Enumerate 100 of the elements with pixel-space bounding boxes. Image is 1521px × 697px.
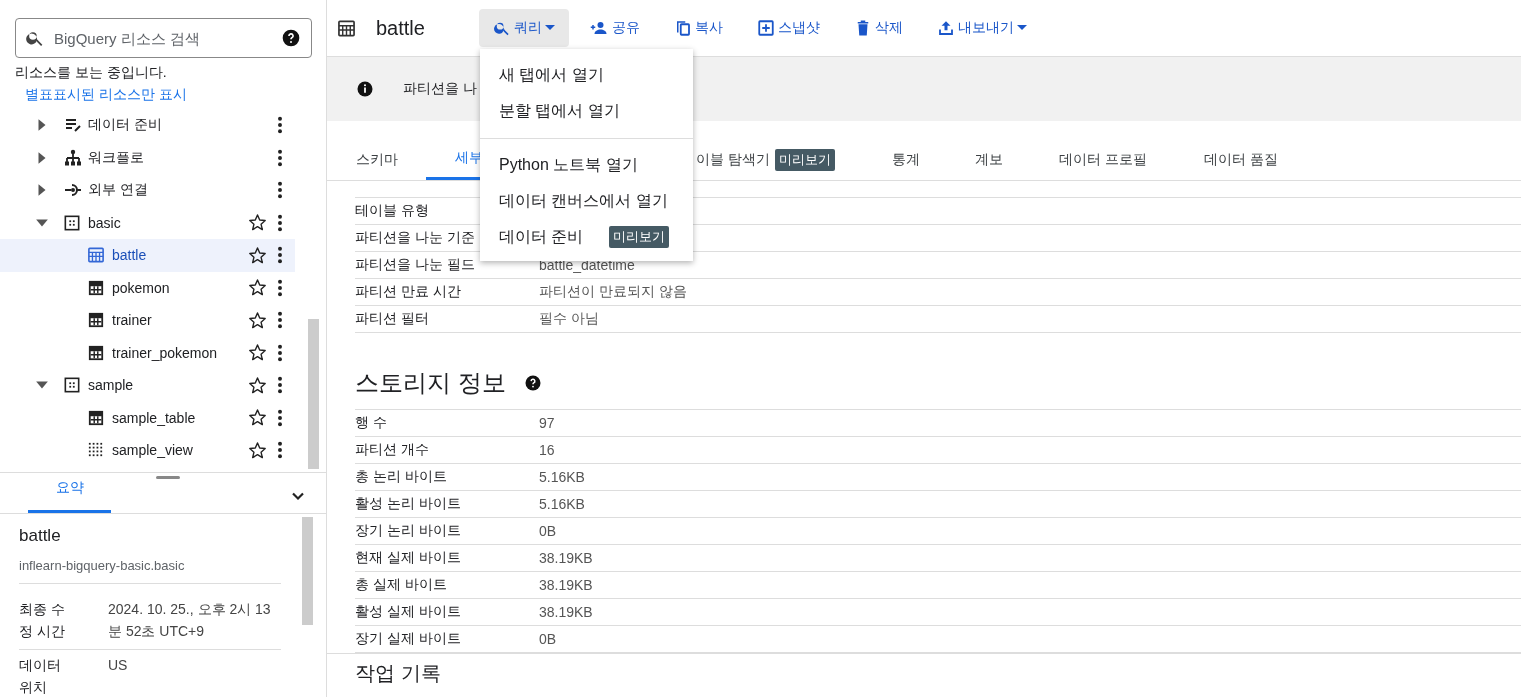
tree-item[interactable]: trainer <box>0 304 295 337</box>
menu-item[interactable]: 데이터 캔버스에서 열기 <box>480 183 693 219</box>
tree-label: 데이터 준비 <box>88 116 163 135</box>
view-icon <box>88 442 104 459</box>
tree-item[interactable]: sample_table <box>0 401 295 434</box>
toolbar-button[interactable]: 복사 <box>659 9 737 47</box>
tree-item[interactable]: battle <box>0 239 295 272</box>
toolbar-button[interactable]: 삭제 <box>839 9 917 47</box>
menu-item[interactable]: 새 탭에서 열기 <box>480 57 693 93</box>
more-icon[interactable] <box>277 246 283 265</box>
add-box-icon <box>756 19 775 37</box>
banner-text: 파티션을 나 <box>403 80 477 98</box>
detail-label: 총 실제 바이트 <box>355 576 447 594</box>
tree-label: battle <box>112 247 148 264</box>
tab[interactable]: 계보 <box>946 139 1030 180</box>
more-icon[interactable] <box>277 441 283 460</box>
tab[interactable]: 통계 <box>863 139 946 180</box>
star-icon[interactable] <box>248 343 267 363</box>
tree-item[interactable]: 데이터 준비 <box>0 109 295 142</box>
star-icon[interactable] <box>248 310 267 330</box>
toolbar-button[interactable]: 스냅샷 <box>742 9 834 47</box>
upload-icon <box>936 19 955 37</box>
tree-item[interactable]: 워크플로 <box>0 141 295 174</box>
tree-item[interactable]: pokemon <box>0 271 295 304</box>
tree-label: trainer <box>112 312 153 329</box>
hierarchy-icon <box>64 148 82 167</box>
detail-label: 현재 실제 바이트 <box>355 549 461 567</box>
page-title: battle <box>376 16 425 40</box>
tree-label: sample_table <box>112 409 197 426</box>
detail-value: 5.16KB <box>539 469 585 485</box>
detail-value: 0B <box>539 631 557 647</box>
summary-tab[interactable]: 요약 <box>28 479 111 513</box>
help-icon[interactable] <box>281 28 301 48</box>
info-label: 데이터 위치 <box>19 655 62 697</box>
detail-label: 장기 실제 바이트 <box>355 630 461 648</box>
star-icon[interactable] <box>248 245 267 265</box>
detail-value: 38.19KB <box>539 577 593 593</box>
toolbar-button[interactable]: 내보내기 <box>922 9 1041 47</box>
tab[interactable]: 데이터 프로필 <box>1030 139 1175 180</box>
star-icon[interactable] <box>248 278 267 298</box>
menu-item[interactable]: 분할 탭에서 열기 <box>480 93 693 129</box>
more-icon[interactable] <box>277 278 283 297</box>
resource-path: inflearn-bigquery-basic.basic <box>19 558 281 584</box>
detail-label: 행 수 <box>355 414 387 432</box>
detail-value: 38.19KB <box>539 604 593 620</box>
table-icon <box>88 312 104 329</box>
more-icon[interactable] <box>277 181 283 200</box>
detail-value: 97 <box>539 415 555 431</box>
tree-label: 외부 연결 <box>88 181 149 200</box>
info-value: 2024. 10. 25., 오후 2시 13분 52초 UTC+9 <box>108 600 272 642</box>
info-value: US <box>108 655 129 675</box>
help-icon[interactable] <box>523 374 542 392</box>
section-heading: 스토리지 정보 <box>355 368 506 398</box>
detail-label: 활성 실제 바이트 <box>355 603 461 621</box>
explorer-status: 리소스를 보는 중입니다. <box>15 64 168 82</box>
tree-item[interactable]: trainer_pokemon <box>0 336 295 369</box>
menu-item[interactable]: 데이터 준비 미리보기 <box>480 219 693 255</box>
resize-handle[interactable] <box>156 476 180 479</box>
dataset-icon <box>64 377 80 394</box>
more-icon[interactable] <box>277 343 283 362</box>
scrollbar[interactable] <box>302 517 313 625</box>
table-icon <box>88 344 104 361</box>
star-icon[interactable] <box>248 440 267 460</box>
detail-value: 필수 아님 <box>539 310 599 328</box>
star-icon[interactable] <box>248 375 267 395</box>
detail-label: 파티션 필터 <box>355 310 429 328</box>
detail-label: 파티션 만료 시간 <box>355 283 461 301</box>
tab[interactable]: 스키마 <box>327 139 426 180</box>
detail-value: 0B <box>539 523 557 539</box>
more-icon[interactable] <box>277 408 283 427</box>
toolbar-button[interactable]: 공유 <box>574 9 654 47</box>
star-icon[interactable] <box>248 213 267 233</box>
detail-label: 테이블 유형 <box>355 202 429 220</box>
tree-label: pokemon <box>112 279 171 296</box>
detail-value: 16 <box>539 442 555 458</box>
star-icon[interactable] <box>248 408 267 428</box>
tab[interactable]: 데이터 품질 <box>1175 139 1521 180</box>
tree-item[interactable]: basic <box>0 206 295 239</box>
tree-item[interactable]: sample <box>0 369 295 402</box>
tree-item[interactable]: 외부 연결 <box>0 174 295 207</box>
detail-label: 파티션을 나눈 필드 <box>355 256 475 274</box>
more-icon[interactable] <box>277 376 283 395</box>
table-icon <box>88 247 104 264</box>
dataset-icon <box>64 214 80 231</box>
detail-value: battle_datetime <box>539 257 635 273</box>
detail-value: 파티션이 만료되지 않음 <box>539 283 687 301</box>
section-heading: 작업 기록 <box>355 660 441 686</box>
toolbar-button[interactable]: 쿼리 <box>478 9 569 47</box>
more-icon[interactable] <box>277 213 283 232</box>
more-icon[interactable] <box>277 311 283 330</box>
detail-label: 파티션 개수 <box>355 441 429 459</box>
scrollbar[interactable] <box>308 319 319 469</box>
search-field[interactable]: BigQuery 리소스 검색 <box>15 18 312 58</box>
detail-value: 5.16KB <box>539 496 585 512</box>
more-icon[interactable] <box>277 148 283 167</box>
detail-label: 파티션을 나눈 기준 <box>355 229 475 247</box>
tree-label: sample_view <box>112 442 194 459</box>
more-icon[interactable] <box>277 116 283 135</box>
tree-item[interactable]: sample_view <box>0 434 295 467</box>
starred-filter-link[interactable]: 별표표시된 리소스만 표시 <box>25 86 187 104</box>
